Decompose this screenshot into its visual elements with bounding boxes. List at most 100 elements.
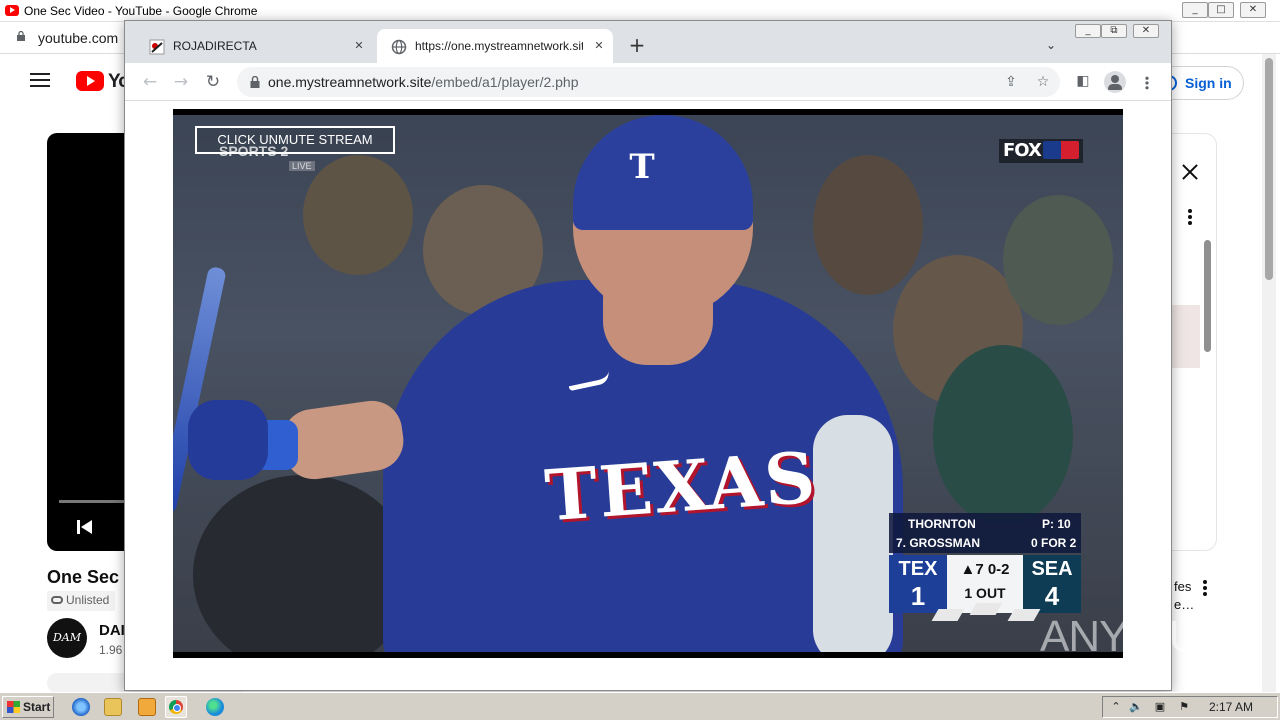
close-icon[interactable]: [1180, 162, 1200, 182]
tab-stream[interactable]: https://one.mystreamnetwork.site/e ✕: [377, 29, 613, 63]
reload-icon[interactable]: ↻: [200, 69, 226, 95]
forward-arrow-icon[interactable]: →: [168, 69, 194, 95]
second-base-icon: [969, 603, 1003, 615]
anyrun-watermark: ANY RUN: [1040, 612, 1231, 661]
lock-icon: [17, 31, 25, 41]
lock-icon: [250, 76, 260, 88]
rangers-logo-icon: T: [629, 147, 655, 187]
recommended-video-title[interactable]: fes e…: [1174, 578, 1194, 614]
third-base-icon: [931, 609, 965, 621]
unlisted-label: Unlisted: [66, 593, 110, 607]
background-window-titlebar: One Sec Video - YouTube - Google Chrome …: [0, 0, 1280, 22]
show-hidden-icons-icon[interactable]: ⌃: [1109, 700, 1123, 714]
home-team-abbr: SEA: [1031, 558, 1073, 580]
pitcher-name: THORNTON: [908, 517, 976, 531]
channel-name[interactable]: DAI: [99, 622, 125, 639]
system-tray: ⌃ 🔈 ▣ ⚑ 2:17 AM: [1102, 696, 1278, 718]
batter-name: 7. GROSSMAN: [896, 536, 981, 550]
previous-video-icon[interactable]: [76, 518, 94, 536]
windows-logo-icon: [7, 701, 20, 713]
profile-avatar-icon[interactable]: [1104, 71, 1126, 93]
chrome-menu-icon[interactable]: [1145, 76, 1149, 90]
broadcaster-badge: FOX: [999, 139, 1083, 163]
url-host: one.mystreamnetwork.site: [268, 74, 432, 90]
chrome-taskbar-icon[interactable]: [165, 696, 187, 718]
pitcher-batter-panel: THORNTON P: 10 7. GROSSMAN 0 FOR 2: [889, 513, 1081, 553]
taskbar: Start ⌃ 🔈 ▣ ⚑ 2:17 AM: [0, 692, 1280, 720]
first-base-icon: [1007, 609, 1041, 621]
home-team-box: SEA 4: [1023, 555, 1081, 613]
page-scroll-thumb[interactable]: [1265, 58, 1273, 280]
youtube-logo-icon[interactable]: [76, 71, 104, 91]
home-team-runs: 4: [1044, 581, 1060, 611]
close-tab-icon[interactable]: ✕: [351, 38, 367, 54]
broadcaster-name: FOX: [1003, 140, 1042, 161]
side-panel-scrollbar[interactable]: [1204, 240, 1211, 352]
away-team-abbr: TEX: [898, 558, 938, 580]
hamburger-menu-icon[interactable]: [30, 73, 50, 87]
youtube-video-title: One Sec: [47, 567, 120, 587]
new-tab-icon[interactable]: +: [627, 35, 647, 55]
url-path: /embed/a1/player/2.php: [431, 74, 579, 90]
file-explorer-icon[interactable]: [104, 698, 122, 716]
edge-icon[interactable]: [206, 698, 224, 716]
background-window-title: One Sec Video - YouTube - Google Chrome: [24, 4, 258, 18]
globe-icon: [391, 39, 407, 55]
maximize-button[interactable]: □: [1208, 2, 1234, 18]
more-options-icon[interactable]: [1188, 209, 1192, 225]
batter-stat-line: 0 FOR 2: [1031, 536, 1077, 550]
network-icon[interactable]: ▣: [1153, 700, 1167, 714]
crowd-figure: [1003, 195, 1113, 325]
browser-toolbar: ← → ↻ one.mystreamnetwork.site/embed/a1/…: [125, 63, 1171, 101]
bookmark-star-icon[interactable]: ☆: [1035, 74, 1051, 90]
clock[interactable]: 2:17 AM: [1209, 700, 1253, 714]
unmute-stream-button[interactable]: CLICK UNMUTE STREAM: [195, 126, 395, 154]
outs-count: 1 OUT: [964, 585, 1006, 601]
tab-strip: ROJADIRECTA ✕ https://one.mystreamnetwor…: [125, 21, 1171, 63]
close-window-button[interactable]: ✕: [1133, 24, 1159, 38]
address-bar[interactable]: one.mystreamnetwork.site/embed/a1/player…: [237, 67, 1060, 97]
background-url-text: youtube.com: [38, 30, 119, 46]
scorebug: THORNTON P: 10 7. GROSSMAN 0 FOR 2 TEX 1…: [889, 513, 1081, 621]
away-team-box: TEX 1: [889, 555, 947, 613]
close-tab-icon[interactable]: ✕: [591, 38, 607, 54]
crowd-figure: [813, 155, 923, 295]
tab-title: https://one.mystreamnetwork.site/e: [415, 39, 583, 53]
share-icon[interactable]: ⇪: [1003, 74, 1019, 90]
mlb-logo-icon: [1042, 141, 1079, 159]
tab-search-chevron-icon[interactable]: ⌄: [1043, 37, 1059, 53]
channel-avatar[interactable]: DAM: [47, 618, 87, 658]
stream-player[interactable]: T TEXAS SPORTS 2 LIVE CLICK UNMUTE STREA…: [173, 109, 1123, 658]
action-center-flag-icon[interactable]: ⚑: [1177, 700, 1191, 714]
back-arrow-icon[interactable]: ←: [137, 69, 163, 95]
minimize-button[interactable]: _: [1075, 24, 1101, 38]
side-panel-thumbnail[interactable]: [1172, 305, 1200, 368]
media-player-icon[interactable]: [138, 698, 156, 716]
recommended-title-line: fes: [1174, 579, 1192, 594]
link-icon: [51, 596, 63, 604]
start-button[interactable]: Start: [2, 696, 54, 718]
rojadirecta-favicon-icon: [149, 39, 165, 55]
more-options-icon[interactable]: [1203, 580, 1207, 596]
batting-glove: [188, 400, 268, 480]
subscriber-count: 1.96: [99, 643, 123, 657]
unlisted-badge: Unlisted: [47, 591, 116, 611]
crowd-figure: [193, 475, 413, 652]
side-panel-icon[interactable]: ◧: [1075, 73, 1091, 89]
volume-icon[interactable]: 🔈: [1129, 700, 1143, 714]
start-label: Start: [23, 700, 51, 714]
internet-explorer-icon[interactable]: [72, 698, 90, 716]
base-runners-indicator: [931, 603, 1043, 625]
minimize-button[interactable]: _: [1182, 2, 1208, 18]
close-window-button[interactable]: ✕: [1240, 2, 1266, 18]
tab-rojadirecta[interactable]: ROJADIRECTA ✕: [135, 29, 377, 63]
crowd-figure: [933, 345, 1073, 525]
youtube-favicon-icon: [5, 5, 19, 16]
restore-button[interactable]: ⧉: [1101, 24, 1127, 38]
live-badge: LIVE: [289, 161, 315, 171]
player-sleeve: [813, 415, 893, 652]
sign-in-label: Sign in: [1185, 75, 1232, 91]
url-text: one.mystreamnetwork.site/embed/a1/player…: [268, 74, 579, 90]
away-team-runs: 1: [910, 581, 926, 611]
page-scrollbar[interactable]: [1262, 54, 1276, 692]
